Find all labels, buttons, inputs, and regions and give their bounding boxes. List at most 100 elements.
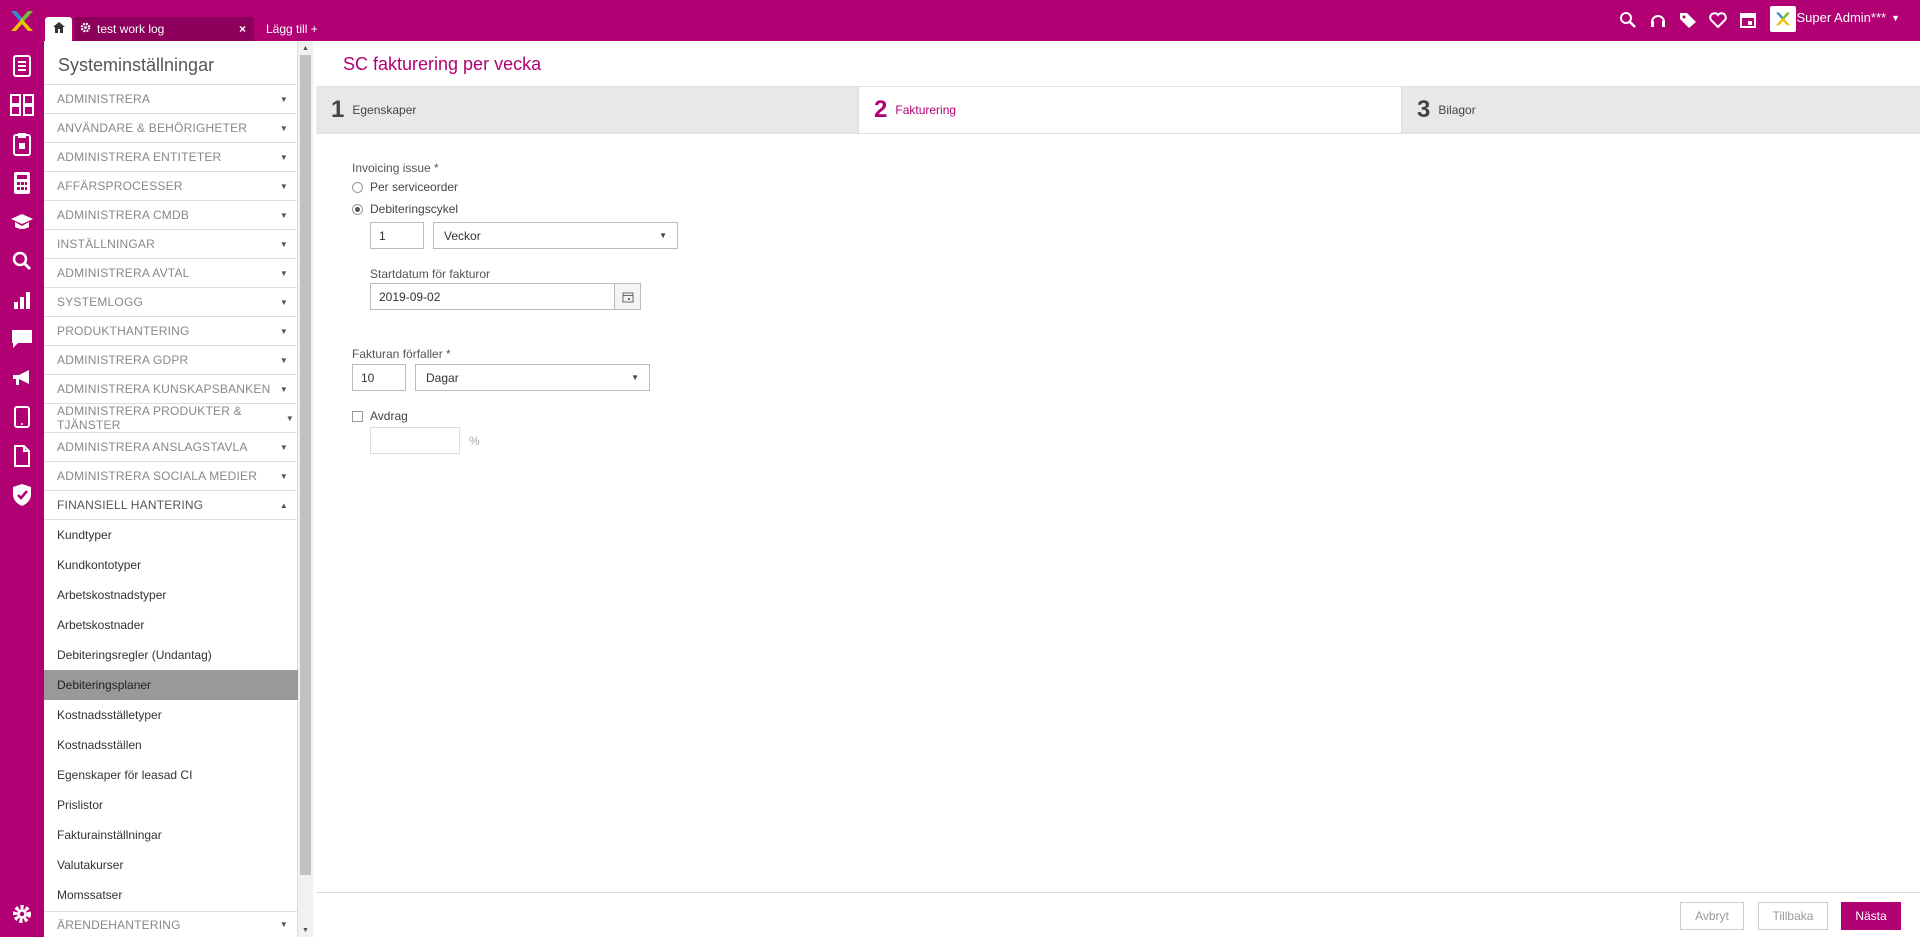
avdrag-checkbox-row[interactable]: Avdrag bbox=[352, 409, 552, 423]
invoicing-issue-label: Invoicing issue * bbox=[352, 161, 439, 175]
tab-home[interactable] bbox=[45, 17, 72, 41]
caret-down-icon: ▼ bbox=[279, 152, 288, 162]
sidebar-item-arbetskostnader[interactable]: Arbetskostnader bbox=[44, 610, 298, 640]
caret-down-icon: ▼ bbox=[279, 123, 288, 133]
user-menu[interactable]: Super Admin*** ▼ bbox=[1796, 10, 1900, 25]
back-button[interactable]: Tillbaka bbox=[1758, 902, 1828, 930]
scroll-up-icon[interactable]: ▲ bbox=[298, 41, 313, 55]
step-label: Egenskaper bbox=[352, 103, 417, 117]
file-icon[interactable] bbox=[8, 442, 36, 470]
calendar-icon[interactable] bbox=[615, 283, 641, 310]
tab-close-icon[interactable]: × bbox=[239, 22, 246, 36]
sidebar-section-anslagstavla[interactable]: ADMINISTRERA ANSLAGSTAVLA ▼ bbox=[44, 433, 298, 462]
tab-test-work-log[interactable]: test work log × bbox=[74, 17, 254, 41]
due-unit-select[interactable]: Dagar ▼ bbox=[415, 364, 650, 391]
sidebar-item-momssatser[interactable]: Momssatser bbox=[44, 880, 298, 910]
cycle-count-input[interactable]: 1 bbox=[370, 222, 424, 249]
scroll-down-icon[interactable]: ▼ bbox=[298, 923, 313, 937]
sidebar-section-sociala-medier[interactable]: ADMINISTRERA SOCIALA MEDIER ▼ bbox=[44, 462, 298, 491]
wizard-step-bilagor[interactable]: 3 Bilagor bbox=[1402, 87, 1920, 133]
radio-debiteringscykel[interactable]: Debiteringscykel bbox=[352, 202, 552, 216]
sidebar-section-administrera[interactable]: ADMINISTRERA ▼ bbox=[44, 85, 298, 114]
sidebar-item-arbetskostnadstyper[interactable]: Arbetskostnadstyper bbox=[44, 580, 298, 610]
sidebar-section-produkter-tjanster[interactable]: ADMINISTRERA PRODUKTER & TJÄNSTER ▼ bbox=[44, 404, 298, 433]
sidebar-section-affarsprocesser[interactable]: AFFÄRSPROCESSER ▼ bbox=[44, 172, 298, 201]
calendar-icon[interactable] bbox=[1736, 8, 1760, 32]
caret-down-icon: ▼ bbox=[279, 442, 288, 452]
document-list-icon[interactable] bbox=[8, 52, 36, 80]
scroll-thumb[interactable] bbox=[300, 55, 311, 875]
cycle-unit-select[interactable]: Veckor ▼ bbox=[433, 222, 678, 249]
startdate-label: Startdatum för fakturor bbox=[370, 267, 491, 281]
step-label: Bilagor bbox=[1438, 103, 1476, 117]
brand-logo-icon[interactable] bbox=[1770, 6, 1796, 32]
sidebar-item-fakturainstallningar[interactable]: Fakturainställningar bbox=[44, 820, 298, 850]
step-number: 3 bbox=[1417, 96, 1431, 123]
avdrag-checkbox[interactable] bbox=[352, 410, 363, 422]
caret-up-icon: ▲ bbox=[279, 500, 288, 510]
caret-down-icon: ▼ bbox=[279, 181, 288, 191]
shield-check-icon[interactable] bbox=[8, 481, 36, 509]
sidebar-section-systemlogg[interactable]: SYSTEMLOGG ▼ bbox=[44, 288, 298, 317]
sidebar-item-egenskaper-leasad-ci[interactable]: Egenskaper för leasad CI bbox=[44, 760, 298, 790]
wizard-step-egenskaper[interactable]: 1 Egenskaper bbox=[316, 87, 859, 133]
sidebar-item-kundtyper[interactable]: Kundtyper bbox=[44, 520, 298, 550]
heart-icon[interactable] bbox=[1706, 8, 1730, 32]
startdate-input[interactable]: 2019-09-02 bbox=[370, 283, 615, 310]
caret-down-icon: ▼ bbox=[279, 239, 288, 249]
sidebar-section-avtal[interactable]: ADMINISTRERA AVTAL ▼ bbox=[44, 259, 298, 288]
calculator-icon[interactable] bbox=[8, 169, 36, 197]
app-logo-icon[interactable] bbox=[8, 8, 36, 34]
radio-circle[interactable] bbox=[352, 181, 363, 193]
chevron-down-icon: ▼ bbox=[1891, 12, 1900, 23]
headset-icon[interactable] bbox=[1646, 8, 1670, 32]
top-toolbar bbox=[1616, 8, 1760, 32]
avdrag-percent-input[interactable] bbox=[370, 427, 460, 454]
sidebar-item-valutakurser[interactable]: Valutakurser bbox=[44, 850, 298, 880]
sidebar-section-produkthantering[interactable]: PRODUKTHANTERING ▼ bbox=[44, 317, 298, 346]
dashboard-icon[interactable] bbox=[8, 91, 36, 119]
sidebar-item-debiteringsregler[interactable]: Debiteringsregler (Undantag) bbox=[44, 640, 298, 670]
radio-circle-checked[interactable] bbox=[352, 203, 363, 215]
step-label: Fakturering bbox=[895, 103, 957, 117]
clipboard-icon[interactable] bbox=[8, 130, 36, 158]
main-content: SC fakturering per vecka 1 Egenskaper 2 … bbox=[316, 41, 1920, 937]
settings-gear-icon[interactable] bbox=[9, 901, 35, 927]
sidebar-section-installningar[interactable]: INSTÄLLNINGAR ▼ bbox=[44, 230, 298, 259]
percent-suffix: % bbox=[469, 434, 480, 448]
sidebar-section-finansiell-hantering[interactable]: FINANSIELL HANTERING ▲ bbox=[44, 491, 298, 520]
tags-icon[interactable] bbox=[1676, 8, 1700, 32]
search-icon[interactable] bbox=[1616, 8, 1640, 32]
megaphone-icon[interactable] bbox=[8, 364, 36, 392]
next-button[interactable]: Nästa bbox=[1841, 902, 1901, 930]
wizard-footer: Avbryt Tillbaka Nästa bbox=[316, 892, 1920, 937]
user-name: Super Admin*** bbox=[1796, 10, 1887, 25]
sidebar-title: Systeminställningar bbox=[44, 41, 297, 85]
sidebar-section-arendehantering[interactable]: ÄRENDEHANTERING ▼ bbox=[44, 911, 298, 937]
graduation-cap-icon[interactable] bbox=[8, 208, 36, 236]
bar-chart-icon[interactable] bbox=[8, 286, 36, 314]
sidebar-section-gdpr[interactable]: ADMINISTRERA GDPR ▼ bbox=[44, 346, 298, 375]
left-rail bbox=[0, 41, 44, 937]
sidebar-section-cmdb[interactable]: ADMINISTRERA CMDB ▼ bbox=[44, 201, 298, 230]
due-days-input[interactable]: 10 bbox=[352, 364, 406, 391]
search-icon[interactable] bbox=[8, 247, 36, 275]
sidebar-item-debiteringsplaner[interactable]: Debiteringsplaner bbox=[44, 670, 298, 700]
caret-down-icon: ▼ bbox=[279, 384, 288, 394]
sidebar-scrollbar[interactable]: ▲ ▼ bbox=[298, 41, 313, 937]
caret-down-icon: ▼ bbox=[279, 268, 288, 278]
sidebar-item-kostnadsstalletyper[interactable]: Kostnadsställetyper bbox=[44, 700, 298, 730]
tablet-icon[interactable] bbox=[8, 403, 36, 431]
sidebar-section-anvandare[interactable]: ANVÄNDARE & BEHÖRIGHETER ▼ bbox=[44, 114, 298, 143]
sidebar-item-kostnadsstallen[interactable]: Kostnadsställen bbox=[44, 730, 298, 760]
caret-down-icon: ▼ bbox=[279, 326, 288, 336]
add-tab-button[interactable]: Lägg till + bbox=[260, 17, 325, 41]
sidebar-section-kunskapsbanken[interactable]: ADMINISTRERA KUNSKAPSBANKEN ▼ bbox=[44, 375, 298, 404]
cancel-button[interactable]: Avbryt bbox=[1680, 902, 1744, 930]
radio-per-serviceorder[interactable]: Per serviceorder bbox=[352, 180, 552, 194]
chat-icon[interactable] bbox=[8, 325, 36, 353]
sidebar-item-prislistor[interactable]: Prislistor bbox=[44, 790, 298, 820]
sidebar-section-entiteter[interactable]: ADMINISTRERA ENTITETER ▼ bbox=[44, 143, 298, 172]
wizard-step-fakturering[interactable]: 2 Fakturering bbox=[859, 87, 1402, 133]
sidebar-item-kundkontotyper[interactable]: Kundkontotyper bbox=[44, 550, 298, 580]
